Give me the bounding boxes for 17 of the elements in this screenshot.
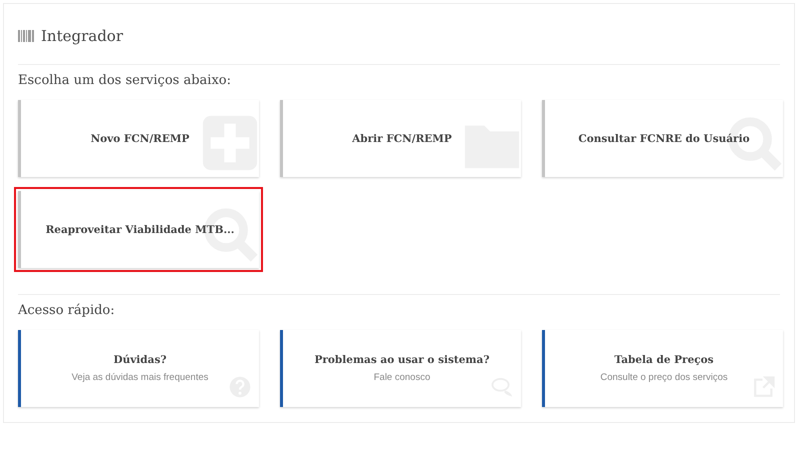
card-title: Tabela de Preços [614, 354, 714, 366]
card-subtitle: Fale conosco [374, 372, 430, 383]
service-card[interactable]: Novo FCN/REMP [18, 100, 259, 177]
service-card[interactable]: Consultar FCNRE do Usuário [542, 100, 783, 177]
card-title: Problemas ao usar o sistema? [314, 354, 490, 366]
panel-title: Integrador [41, 27, 124, 45]
service-card[interactable]: Abrir FCN/REMP [280, 100, 521, 177]
card-subtitle: Veja as dúvidas mais frequentes [72, 372, 208, 383]
quick-access-card[interactable]: Dúvidas? Veja as dúvidas mais frequentes [18, 330, 259, 407]
quick-access-card[interactable]: Tabela de Preços Consulte o preço dos serviços [542, 330, 783, 407]
barcode-icon [18, 30, 34, 42]
service-card[interactable]: Reaproveitar Viabilidade MTB... [18, 191, 259, 268]
quick-access-card[interactable]: Problemas ao usar o sistema? Fale conosco [280, 330, 521, 407]
card-subtitle: Consulte o preço dos serviços [600, 372, 728, 383]
section-label: Acesso rápido: [18, 303, 116, 318]
card-title: Dúvidas? [113, 354, 167, 366]
section-label: Escolha um dos serviços abaixo: [18, 73, 232, 88]
